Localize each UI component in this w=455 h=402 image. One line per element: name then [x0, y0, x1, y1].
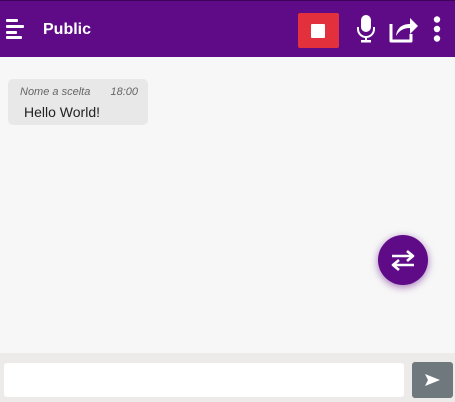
menu-icon[interactable]: [6, 19, 24, 39]
message-bubble: Nome a scelta 18:00 Hello World!: [8, 79, 148, 125]
stop-icon: [311, 24, 325, 38]
message-text: Hello World!: [24, 104, 100, 120]
send-button[interactable]: [412, 362, 453, 398]
composer-bar: [0, 353, 455, 402]
swap-icon: [391, 250, 415, 271]
message-author: Nome a scelta: [20, 86, 91, 98]
more-vertical-icon[interactable]: [432, 16, 442, 42]
message-time: 18:00: [110, 86, 138, 98]
share-icon[interactable]: [388, 16, 418, 44]
app-bar: Public: [0, 0, 455, 57]
stop-button[interactable]: [298, 13, 339, 48]
microphone-icon[interactable]: [356, 15, 376, 43]
room-title: Public: [43, 21, 92, 38]
send-icon: [425, 374, 440, 386]
swap-button[interactable]: [378, 235, 428, 285]
message-input[interactable]: [4, 363, 404, 397]
